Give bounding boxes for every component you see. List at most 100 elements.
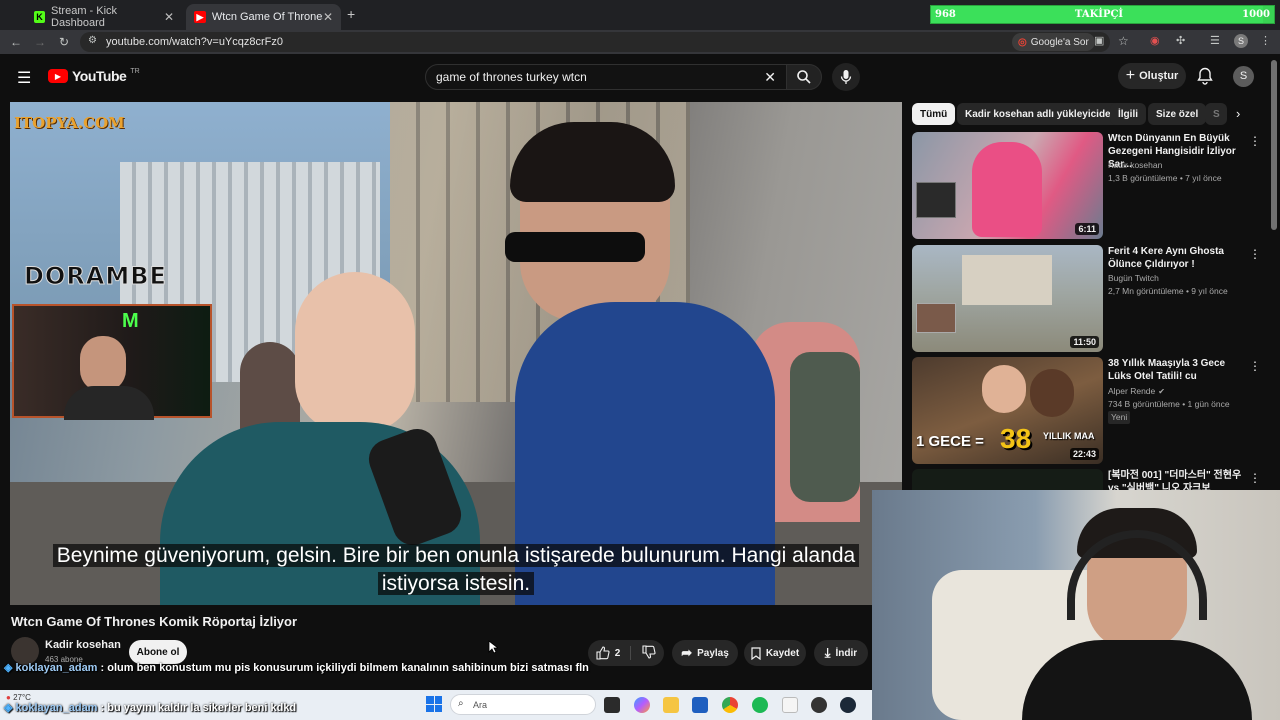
chip-all[interactable]: Tümü bbox=[912, 103, 956, 125]
close-tab-icon[interactable]: ✕ bbox=[164, 10, 174, 24]
share-label: Paylaş bbox=[697, 647, 729, 659]
obs-icon[interactable] bbox=[811, 697, 827, 713]
google-ask-button[interactable]: ◎ Google'a Sor bbox=[1012, 33, 1095, 51]
tab-kick-dashboard[interactable]: K Stream - Kick Dashboard ✕ bbox=[26, 4, 182, 30]
bookmark-icon bbox=[751, 646, 761, 660]
subtitle-text: istiyorsa istesin. bbox=[377, 572, 535, 595]
search-button[interactable] bbox=[786, 64, 822, 90]
recommendation-meta: 1,3 B görüntüleme • 7 yıl önce bbox=[1108, 173, 1222, 183]
thumbnail-figure bbox=[972, 142, 1042, 237]
itopya-logo: ITOPYA.COM bbox=[14, 114, 125, 132]
tab-label: Stream - Kick Dashboard bbox=[51, 5, 118, 29]
more-options-icon[interactable]: ⋮ bbox=[1249, 134, 1261, 148]
chip-from-uploader[interactable]: Kadir kosehan adlı yükleyiciden bbox=[957, 103, 1125, 125]
search-input[interactable]: game of thrones turkey wtcn ✕ bbox=[425, 64, 787, 90]
mouse-cursor-icon bbox=[488, 640, 500, 659]
file-explorer-icon[interactable] bbox=[663, 697, 679, 713]
recommendation-thumbnail[interactable]: 11:50 bbox=[912, 245, 1103, 352]
like-button[interactable]: 2 bbox=[596, 646, 632, 660]
recommendation-channel[interactable]: Kadir kosehan bbox=[1108, 159, 1162, 172]
reload-icon[interactable]: ↻ bbox=[56, 34, 72, 50]
like-dislike-group: 2 bbox=[588, 640, 664, 666]
recommendation-thumbnail[interactable]: 1 GECE = 38 YILLIK MAA 22:43 bbox=[912, 357, 1103, 464]
download-button[interactable]: ⤓ İndir bbox=[814, 640, 868, 666]
streamer-webcam bbox=[872, 490, 1280, 720]
search-icon bbox=[797, 70, 811, 84]
taskbar-search[interactable]: ⌕ Ara bbox=[450, 694, 596, 715]
dislike-button[interactable] bbox=[636, 644, 656, 662]
taskbar-search-placeholder: Ara bbox=[473, 699, 488, 710]
back-arrow-icon[interactable]: ← bbox=[8, 34, 24, 50]
share-button[interactable]: ➦ Paylaş bbox=[672, 640, 738, 666]
tab-label: Wtcn Game Of Thrones Komik bbox=[211, 11, 323, 23]
recommendation-thumbnail[interactable]: 6:11 bbox=[912, 132, 1103, 239]
recommendation-channel[interactable]: Bugün Twitch bbox=[1108, 272, 1159, 285]
cast-icon[interactable]: ▣ bbox=[1094, 34, 1104, 47]
user-avatar[interactable]: S bbox=[1233, 66, 1254, 87]
channel-name[interactable]: Kadir kosehan bbox=[45, 639, 121, 651]
recommendation-title[interactable]: Ferit 4 Kere Aynı Ghosta Ölünce Çıldırıy… bbox=[1108, 245, 1246, 271]
new-tab-button[interactable]: + bbox=[347, 6, 355, 22]
thumbnail-face bbox=[1030, 369, 1074, 417]
hamburger-menu-icon[interactable]: ☰ bbox=[17, 68, 31, 88]
chip-truncated[interactable]: S bbox=[1205, 103, 1227, 125]
recommendation-title[interactable]: 38 Yıllık Maaşıyla 3 Gece Lüks Otel Tati… bbox=[1108, 357, 1246, 383]
thumbnail-facecam bbox=[916, 303, 956, 333]
address-bar[interactable]: ⚙ youtube.com/watch?v=uYcqz8crFz0 bbox=[80, 32, 1110, 52]
streamer-face bbox=[80, 336, 126, 392]
more-options-icon[interactable]: ⋮ bbox=[1249, 471, 1261, 485]
more-options-icon[interactable]: ⋮ bbox=[1249, 359, 1261, 373]
video-player[interactable]: ITOPYA.COM DORAMBE M Beynime güveniyorum… bbox=[10, 102, 902, 605]
thumbnail-house bbox=[962, 255, 1052, 305]
chat-username: koklayan_adam bbox=[15, 702, 98, 714]
close-tab-icon[interactable]: ✕ bbox=[323, 10, 333, 24]
subtitle-line-2: istiyorsa istesin. bbox=[10, 572, 902, 596]
youtube-logo[interactable]: ▶ YouTube TR bbox=[48, 68, 140, 84]
plus-icon: + bbox=[1125, 67, 1136, 84]
chat-wrap-line bbox=[0, 673, 872, 690]
more-options-icon[interactable]: ⋮ bbox=[1249, 247, 1261, 261]
profile-avatar[interactable]: S bbox=[1234, 34, 1248, 48]
thumbs-up-icon bbox=[596, 646, 610, 660]
recommendation-channel-row[interactable]: Alper Rende ✔ bbox=[1108, 385, 1165, 398]
notepad-icon[interactable] bbox=[782, 697, 798, 713]
browser-menu-icon[interactable]: ⋮ bbox=[1260, 34, 1271, 47]
follower-goal-bar: 968 TAKİPÇİ 1000 bbox=[930, 5, 1275, 24]
site-info-icon[interactable]: ⚙ bbox=[88, 35, 97, 46]
copilot-icon[interactable] bbox=[634, 697, 650, 713]
chrome-icon[interactable] bbox=[722, 697, 738, 713]
sunglasses bbox=[505, 232, 645, 262]
chevron-right-icon[interactable]: › bbox=[1236, 106, 1240, 121]
interviewee-head bbox=[295, 272, 415, 432]
extensions-puzzle-icon[interactable]: ✣ bbox=[1176, 34, 1185, 47]
video-duration: 22:43 bbox=[1069, 448, 1099, 460]
create-button[interactable]: + Oluştur bbox=[1118, 63, 1186, 89]
recommendation-thumbnail[interactable] bbox=[912, 469, 1103, 490]
notifications-bell-icon[interactable] bbox=[1197, 67, 1213, 90]
video-duration: 11:50 bbox=[1070, 336, 1099, 348]
like-count: 2 bbox=[614, 647, 621, 659]
tab-search-icon[interactable]: ☰ bbox=[1210, 34, 1220, 47]
new-badge: Yeni bbox=[1108, 411, 1131, 424]
download-label: İndir bbox=[835, 647, 858, 659]
recommendation-meta: 734 B görüntüleme • 1 gün önce bbox=[1108, 399, 1230, 409]
steam-icon[interactable] bbox=[840, 697, 856, 713]
store-icon[interactable] bbox=[692, 697, 708, 713]
thumbnail-face bbox=[982, 365, 1026, 413]
page-scrollbar[interactable] bbox=[1271, 60, 1277, 230]
recommendation-title[interactable]: [복마전 001] "더마스터" 전현우 vs "실버백" 니오 자크보 bbox=[1108, 469, 1246, 490]
task-view-icon[interactable] bbox=[604, 697, 620, 713]
chip-for-you[interactable]: Size özel bbox=[1148, 103, 1207, 125]
dorambe-logo: DORAMBE bbox=[24, 262, 167, 291]
forward-arrow-icon[interactable]: → bbox=[32, 34, 48, 50]
spotify-icon[interactable] bbox=[752, 697, 768, 713]
windows-start-icon[interactable] bbox=[426, 696, 442, 712]
chat-message: ◈ koklayan_adam : bu yayını kaldır la si… bbox=[4, 701, 296, 714]
extension-badge-icon[interactable]: ◉ bbox=[1150, 34, 1160, 47]
chip-related[interactable]: İlgili bbox=[1110, 103, 1146, 125]
save-button[interactable]: Kaydet bbox=[744, 640, 806, 666]
bookmark-star-icon[interactable]: ☆ bbox=[1118, 34, 1129, 48]
clear-search-icon[interactable]: ✕ bbox=[764, 69, 776, 86]
tab-youtube-video[interactable]: ▶ Wtcn Game Of Thrones Komik ✕ bbox=[186, 4, 341, 30]
voice-search-button[interactable] bbox=[832, 63, 860, 91]
